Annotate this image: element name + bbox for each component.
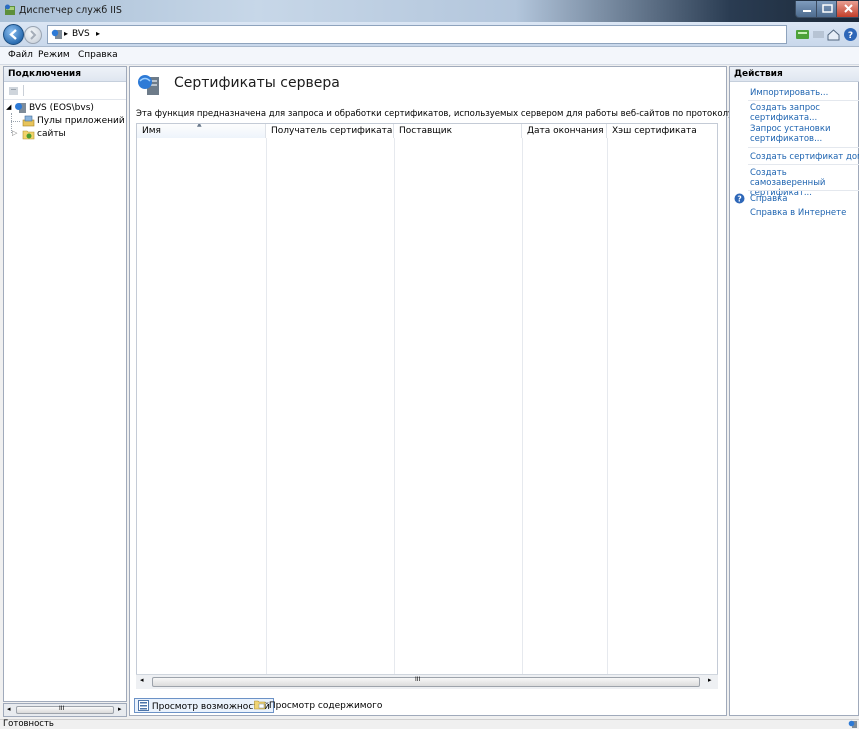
- action-separator: [748, 100, 859, 101]
- action-complete-certificate-request[interactable]: Запрос установки сертификатов...: [750, 124, 859, 144]
- certificates-table: Имя ▲ Получатель сертификата Поставщик Д…: [136, 123, 718, 689]
- stop-icon[interactable]: [811, 27, 826, 42]
- maximize-icon: [822, 4, 833, 13]
- expand-triangle-icon[interactable]: ◢: [6, 103, 11, 111]
- help-icon: ?: [734, 193, 745, 204]
- connections-toolbar: [4, 82, 126, 100]
- status-bar: Готовность: [0, 719, 859, 729]
- status-text: Готовность: [3, 719, 54, 729]
- scroll-thumb[interactable]: III: [152, 676, 700, 687]
- network-status-icon: [848, 720, 857, 728]
- svg-text:?: ?: [737, 195, 741, 204]
- forward-button[interactable]: [24, 26, 42, 44]
- address-field[interactable]: ▸ BVS ▸: [47, 25, 787, 44]
- window-title: Диспетчер служб IIS: [19, 5, 122, 16]
- table-hscrollbar[interactable]: ◂ III ▸: [136, 674, 718, 689]
- app-pool-icon: [22, 115, 35, 127]
- scroll-right-arrow-icon[interactable]: ▸: [118, 705, 122, 713]
- page-title: Сертификаты сервера: [174, 75, 340, 91]
- features-view-icon: [138, 700, 149, 711]
- scroll-grip: III: [59, 705, 65, 712]
- action-separator: [748, 164, 859, 165]
- feature-panel: Сертификаты сервера Эта функция предназн…: [129, 66, 754, 716]
- minimize-button[interactable]: [795, 1, 817, 18]
- action-help[interactable]: Справка: [750, 194, 859, 204]
- server-icon: [15, 103, 26, 113]
- svg-text:?: ?: [848, 31, 853, 41]
- connect-icon[interactable]: [795, 27, 810, 42]
- connections-hscrollbar[interactable]: ◂ III ▸: [3, 703, 127, 717]
- home-icon[interactable]: [826, 27, 841, 42]
- toolbar-divider: [23, 85, 24, 96]
- column-divider: [266, 138, 267, 688]
- column-divider: [394, 138, 395, 688]
- action-separator: [748, 190, 859, 191]
- back-arrow-icon: [9, 29, 17, 40]
- column-divider: [522, 138, 523, 688]
- tab-content-view[interactable]: Просмотр содержимого: [251, 698, 385, 713]
- actions-header: Действия: [730, 67, 859, 82]
- sites-folder-icon: [22, 130, 35, 140]
- maximize-button[interactable]: [816, 1, 837, 18]
- title-bar[interactable]: Диспетчер служб IIS: [0, 0, 859, 22]
- action-import[interactable]: Импортировать...: [750, 88, 859, 98]
- scroll-right-arrow-icon[interactable]: ▸: [708, 676, 712, 684]
- help-icon[interactable]: ?: [843, 27, 858, 42]
- forward-arrow-icon: [30, 30, 37, 40]
- menu-bar: Файл Режим Справка: [0, 47, 859, 65]
- connections-header: Подключения: [4, 67, 126, 82]
- menu-file[interactable]: Файл: [8, 50, 33, 60]
- server-icon: [51, 29, 62, 39]
- tab-content-view-label: Просмотр содержимого: [268, 701, 383, 711]
- feature-description: Эта функция предназначена для запроса и …: [136, 109, 754, 119]
- column-header-subject[interactable]: Получатель сертификата: [266, 124, 394, 138]
- connections-panel: Подключения ◢ BVS (EOS\bvs) Пулы приложе…: [3, 66, 127, 702]
- close-button[interactable]: [836, 1, 859, 18]
- content-view-icon: [254, 700, 266, 710]
- menu-view[interactable]: Режим: [38, 50, 70, 60]
- server-certificates-icon: [138, 75, 159, 95]
- actions-panel: Действия Импортировать... Создать запрос…: [729, 66, 859, 716]
- minimize-icon: [803, 10, 811, 12]
- tree-label-app-pools: Пулы приложений: [37, 116, 125, 126]
- table-header: Имя ▲ Получатель сертификата Поставщик Д…: [137, 124, 717, 138]
- action-create-domain-certificate[interactable]: Создать сертификат домена...: [750, 152, 859, 162]
- column-header-hash[interactable]: Хэш сертификата: [607, 124, 717, 138]
- view-tabs: Просмотр возможностей Просмотр содержимо…: [130, 696, 728, 715]
- tree-label-server: BVS (EOS\bvs): [29, 103, 94, 113]
- scroll-thumb[interactable]: III: [16, 705, 114, 714]
- scroll-grip: III: [415, 676, 421, 683]
- close-icon: [844, 4, 853, 13]
- crumb-separator: ▸: [64, 29, 69, 38]
- column-divider: [607, 138, 608, 688]
- tree-line: [11, 121, 20, 122]
- action-create-certificate-request[interactable]: Создать запрос сертификата...: [750, 103, 859, 123]
- column-header-expiration[interactable]: Дата окончания: [522, 124, 607, 138]
- breadcrumb-bvs[interactable]: BVS: [72, 29, 90, 39]
- scroll-left-arrow-icon[interactable]: ◂: [7, 705, 11, 713]
- scroll-left-arrow-icon[interactable]: ◂: [140, 676, 144, 684]
- collapsed-triangle-icon[interactable]: ▷: [12, 129, 17, 137]
- address-bar: ▸ BVS ▸ ?: [0, 22, 859, 47]
- column-header-name-label: Имя: [142, 126, 161, 136]
- crumb-separator-end[interactable]: ▸: [96, 29, 100, 38]
- new-connection-icon[interactable]: [8, 85, 20, 97]
- iis-app-icon: [5, 4, 15, 15]
- action-separator: [748, 147, 859, 148]
- column-header-issuer[interactable]: Поставщик: [394, 124, 522, 138]
- action-online-help[interactable]: Справка в Интернете: [750, 208, 859, 218]
- back-button[interactable]: [3, 24, 24, 45]
- menu-help[interactable]: Справка: [78, 50, 118, 60]
- tree-label-sites: сайты: [37, 129, 66, 139]
- sort-ascending-icon: ▲: [197, 123, 202, 128]
- column-header-name[interactable]: Имя ▲: [137, 124, 266, 138]
